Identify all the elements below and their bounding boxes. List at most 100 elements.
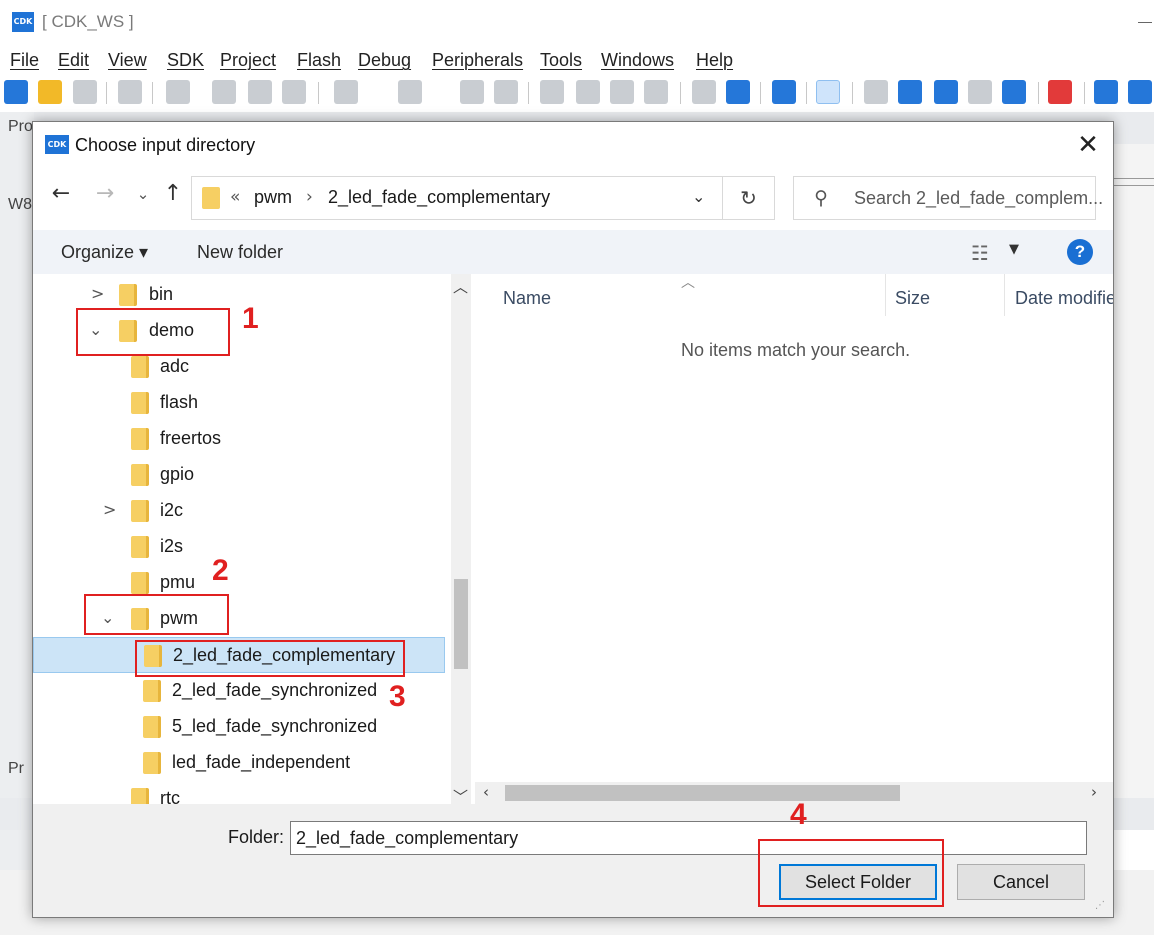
load-icon[interactable] xyxy=(1048,80,1072,104)
column-header-name[interactable]: Name xyxy=(503,288,551,309)
build-tool-icon[interactable] xyxy=(816,80,840,104)
address-bar[interactable]: « pwm › 2_led_fade_complementary ⌄ xyxy=(191,176,723,220)
debug-start-icon[interactable] xyxy=(1094,80,1118,104)
toolbar-divider xyxy=(806,82,807,104)
ide-titlebar: CDK [ CDK_WS ] xyxy=(0,0,1154,46)
minimize-icon[interactable] xyxy=(1138,22,1152,23)
view-dropdown-chevron-icon[interactable]: ▼ xyxy=(1009,242,1019,257)
menu-flash[interactable]: Flash xyxy=(297,50,341,71)
back-nav-icon[interactable] xyxy=(460,80,484,104)
paste-icon[interactable] xyxy=(282,80,306,104)
forward-arrow-icon[interactable]: → xyxy=(91,180,119,208)
menu-file[interactable]: File xyxy=(10,50,39,71)
tree-item-freertos[interactable]: freertos xyxy=(33,421,445,457)
menu-tools[interactable]: Tools xyxy=(540,50,582,71)
erase-icon[interactable] xyxy=(1002,80,1026,104)
folder-name-input[interactable] xyxy=(290,821,1087,855)
up-arrow-icon[interactable]: ↑ xyxy=(159,180,187,208)
scrollbar-thumb[interactable] xyxy=(454,579,468,669)
expand-chevron-icon[interactable]: > xyxy=(103,500,116,519)
close-icon[interactable]: ✕ xyxy=(1073,131,1103,159)
dialog-title: Choose input directory xyxy=(75,135,256,155)
annotation-number-2: 2 xyxy=(212,554,229,587)
toolbar-divider xyxy=(760,82,761,104)
column-header-date-modified[interactable]: Date modifie xyxy=(1015,288,1113,309)
search-box[interactable]: ⚲ Search 2_led_fade_complem... xyxy=(793,176,1103,220)
scroll-left-chevron-icon[interactable]: ‹ xyxy=(483,783,489,801)
package-icon[interactable] xyxy=(864,80,888,104)
search-project-icon[interactable] xyxy=(772,80,796,104)
new-file-icon[interactable] xyxy=(4,80,28,104)
scroll-up-chevron-icon[interactable]: ︿ xyxy=(453,276,468,297)
cdk-logo-icon: CDK xyxy=(12,12,34,32)
scrollbar-thumb[interactable] xyxy=(505,785,900,801)
menu-sdk[interactable]: SDK xyxy=(167,50,204,71)
column-header-size[interactable]: Size xyxy=(895,288,930,309)
save-icon[interactable] xyxy=(118,80,142,104)
tree-item-label: 2_led_fade_synchronized xyxy=(172,680,378,700)
ide-menubar: File Edit View SDK Project Flash Debug P… xyxy=(0,48,1154,74)
bookmark-icon[interactable] xyxy=(540,80,564,104)
menu-debug[interactable]: Debug xyxy=(358,50,411,71)
annotation-box-select-folder xyxy=(758,839,944,907)
tree-item-i2s[interactable]: i2s xyxy=(33,529,445,565)
toolbar-divider xyxy=(1038,82,1039,104)
breadcrumb-item-current[interactable]: 2_led_fade_complementary xyxy=(328,187,550,208)
bookmark-clear-icon[interactable] xyxy=(644,80,668,104)
address-dropdown-chevron-icon[interactable]: ⌄ xyxy=(692,187,705,206)
menu-windows[interactable]: Windows xyxy=(601,50,674,71)
folder-field-label: Folder: xyxy=(228,827,285,847)
column-divider[interactable] xyxy=(1004,274,1005,316)
bookmark-prev-icon[interactable] xyxy=(576,80,600,104)
refresh-icon[interactable] xyxy=(73,80,97,104)
copy-icon[interactable] xyxy=(248,80,272,104)
tree-item-label: led_fade_independent xyxy=(172,752,351,772)
expand-chevron-icon[interactable]: > xyxy=(91,284,104,303)
breadcrumb-item-pwm[interactable]: pwm xyxy=(254,187,292,208)
recent-locations-chevron-icon[interactable]: ⌄ xyxy=(129,180,157,208)
scroll-right-chevron-icon[interactable]: › xyxy=(1091,783,1097,801)
toolbar-divider xyxy=(106,82,107,104)
project-panel-tab[interactable]: Pro xyxy=(8,118,33,136)
help-icon[interactable]: ? xyxy=(1067,239,1093,265)
breadcrumb-overflow-icon[interactable]: « xyxy=(230,187,240,207)
tree-item-5-led-fade-synchronized[interactable]: 5_led_fade_synchronized xyxy=(33,709,445,745)
redo-icon[interactable] xyxy=(398,80,422,104)
view-options-icon[interactable]: ☷ xyxy=(971,241,989,265)
menu-project[interactable]: Project xyxy=(220,50,276,71)
menu-view[interactable]: View xyxy=(108,50,147,71)
tree-item-gpio[interactable]: gpio xyxy=(33,457,445,493)
tree-item-led-fade-independent[interactable]: led_fade_independent xyxy=(33,745,445,781)
annotation-box-demo xyxy=(76,308,230,356)
flash-program-icon[interactable] xyxy=(934,80,958,104)
menu-edit[interactable]: Edit xyxy=(58,50,89,71)
delete-icon[interactable] xyxy=(166,80,190,104)
resize-grip-icon[interactable]: ⋰ xyxy=(1095,900,1105,911)
organize-button[interactable]: Organize ▾ xyxy=(61,242,148,263)
tree-item-flash[interactable]: flash xyxy=(33,385,445,421)
back-arrow-icon[interactable]: ← xyxy=(47,180,75,208)
stop-icon[interactable] xyxy=(968,80,992,104)
find-file-icon[interactable] xyxy=(726,80,750,104)
bookmark-next-icon[interactable] xyxy=(610,80,634,104)
refresh-icon[interactable]: ↻ xyxy=(723,176,775,220)
column-divider[interactable] xyxy=(885,274,886,316)
menu-peripherals[interactable]: Peripherals xyxy=(432,50,523,71)
tree-scrollbar[interactable]: ︿ ﹀ xyxy=(451,274,471,806)
new-folder-button[interactable]: New folder xyxy=(197,242,283,263)
forward-nav-icon[interactable] xyxy=(494,80,518,104)
tree-item-2-led-fade-synchronized[interactable]: 2_led_fade_synchronized xyxy=(33,673,445,709)
properties-tab[interactable]: Pr xyxy=(8,760,24,778)
download-icon[interactable] xyxy=(898,80,922,104)
cancel-button[interactable]: Cancel xyxy=(957,864,1085,900)
debug-attach-icon[interactable] xyxy=(1128,80,1152,104)
find-icon[interactable] xyxy=(692,80,716,104)
undo-icon[interactable] xyxy=(334,80,358,104)
cut-icon[interactable] xyxy=(212,80,236,104)
tree-item-label: gpio xyxy=(160,464,195,484)
open-folder-icon[interactable] xyxy=(38,80,62,104)
command-bar: Organize ▾ New folder ☷ ▼ ? xyxy=(33,230,1113,274)
tree-item-i2c[interactable]: > i2c xyxy=(33,493,445,529)
menu-help[interactable]: Help xyxy=(696,50,733,71)
search-icon: ⚲ xyxy=(814,187,828,209)
